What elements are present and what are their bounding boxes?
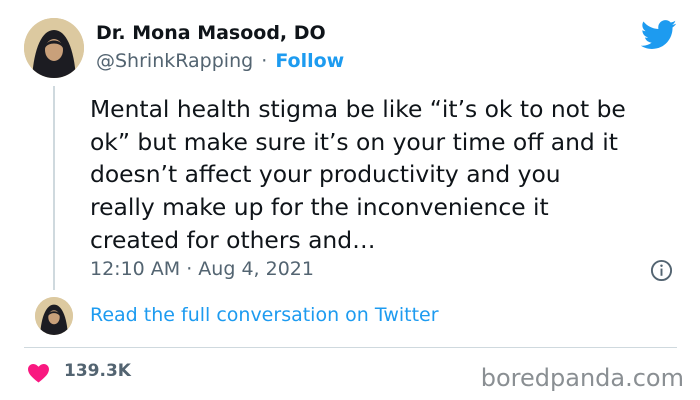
author-display-name[interactable]: Dr. Mona Masood, DO [96,22,326,44]
twitter-bird-icon[interactable] [641,20,677,50]
author-avatar[interactable] [24,18,84,78]
avatar-image [35,297,73,335]
avatar-image [24,18,84,78]
divider [24,347,677,348]
handle-separator: · [261,50,268,72]
tweet-text-line: doesn’t affect your productivity and you [90,160,561,189]
follow-button[interactable]: Follow [275,50,344,72]
like-count[interactable]: 139.3K [64,361,131,381]
read-conversation-link[interactable]: Read the full conversation on Twitter [90,304,439,326]
heart-icon[interactable] [27,363,50,383]
tweet-text-line: ok” but make sure it’s on your time off … [90,127,618,156]
tweet-timestamp[interactable]: 12:10 AM · Aug 4, 2021 [90,258,314,280]
boredpanda-watermark: boredpanda.com [480,364,684,392]
author-handle-row: @ShrinkRapping · Follow [96,50,344,72]
info-icon[interactable] [650,259,673,282]
thread-line [53,86,55,290]
author-avatar-small[interactable] [35,297,73,335]
tweet-text-line: created for others and… [90,225,376,254]
tweet-text-line: Mental health stigma be like “it’s ok to… [90,95,626,123]
tweet-text: Mental health stigma be like “it’s ok to… [90,93,690,257]
author-handle[interactable]: @ShrinkRapping [96,50,253,72]
tweet-text-line: really make up for the inconvenience it [90,193,549,222]
